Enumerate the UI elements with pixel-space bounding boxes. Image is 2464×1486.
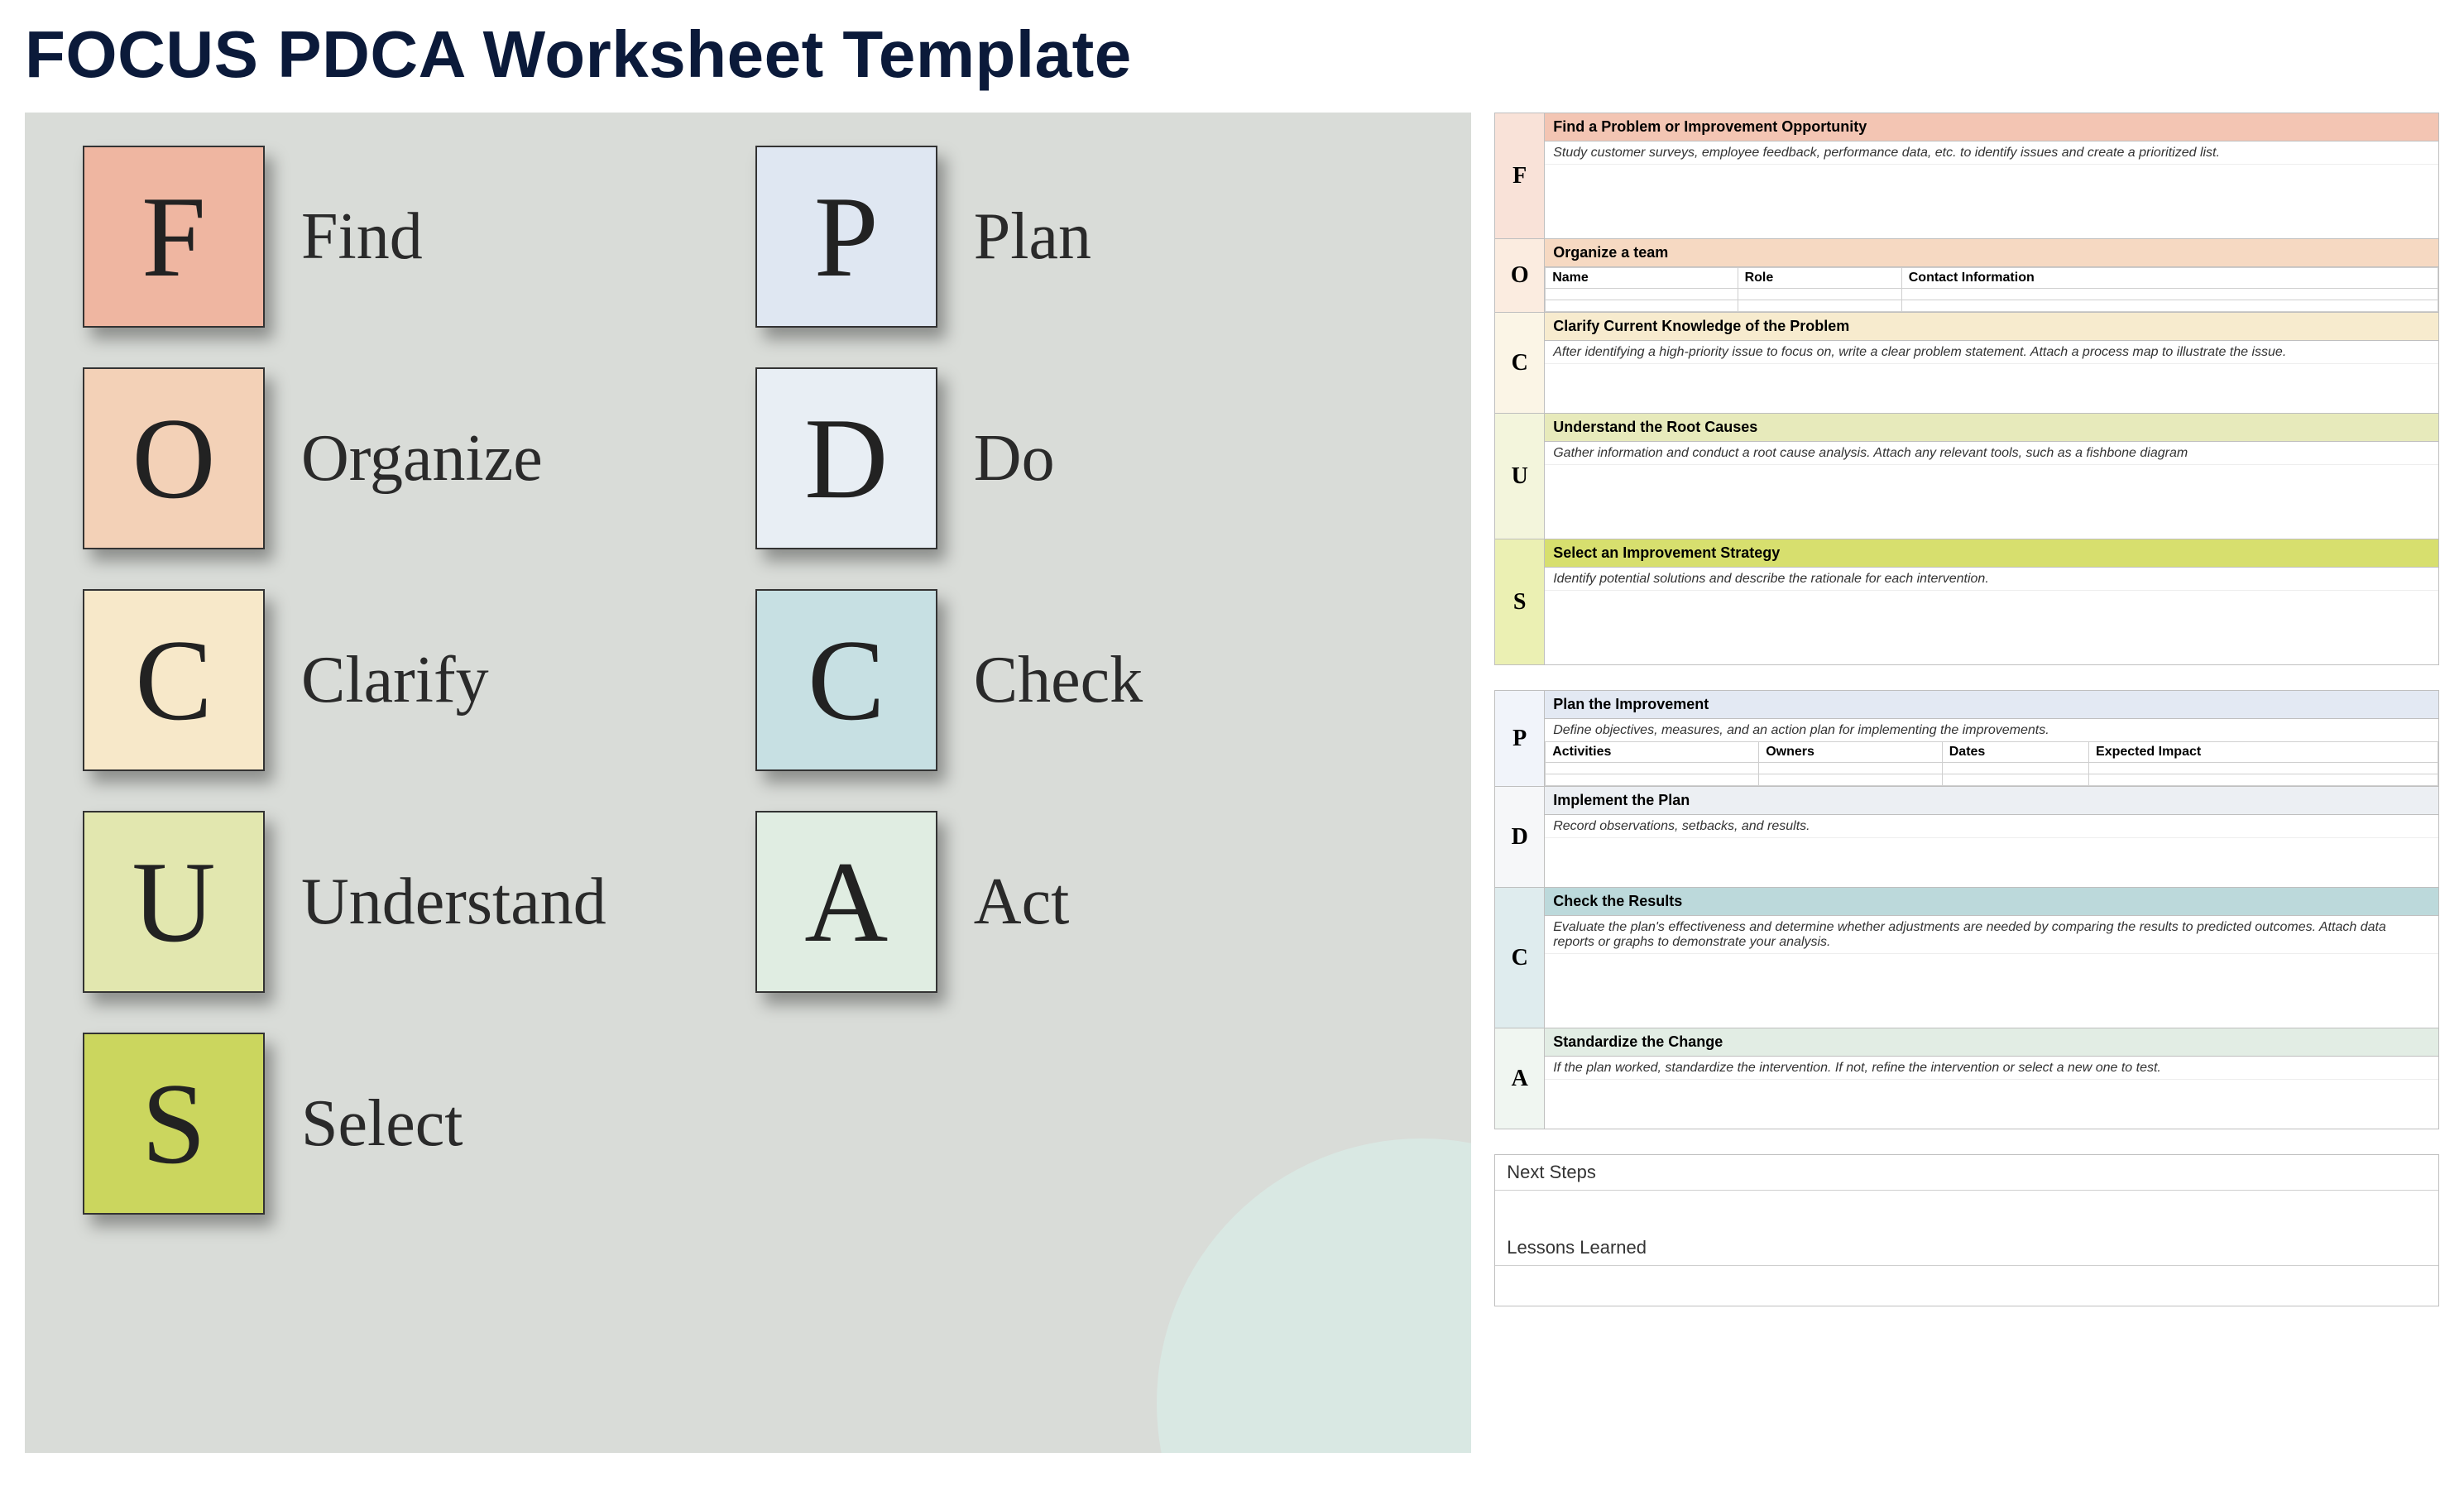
tile-s: S [83, 1033, 265, 1215]
word-organize: Organize [301, 421, 543, 496]
section-letter-o: O [1495, 239, 1545, 312]
section-a: A Standardize the Change If the plan wor… [1495, 1028, 2438, 1129]
section-heading-f: Find a Problem or Improvement Opportunit… [1545, 113, 2438, 141]
tile-u: U [83, 811, 265, 993]
organize-team-table[interactable]: Name Role Contact Information [1545, 267, 2438, 312]
col-owners: Owners [1759, 742, 1943, 763]
main-container: F Find O Organize C Clarify U Understand… [25, 113, 2439, 1453]
next-steps-input[interactable] [1495, 1191, 2438, 1230]
section-o: O Organize a team Name Role Contact Info… [1495, 238, 2438, 312]
section-heading-s: Select an Improvement Strategy [1545, 539, 2438, 568]
focus-column: F Find O Organize C Clarify U Understand… [83, 146, 606, 1215]
section-desc-a: If the plan worked, standardize the inte… [1545, 1057, 2438, 1079]
diagram-row-u: U Understand [83, 811, 606, 993]
section-heading-p: Plan the Improvement [1545, 691, 2438, 719]
section-d: D Implement the Plan Record observations… [1495, 786, 2438, 887]
section-input-c2[interactable] [1545, 953, 2438, 1028]
section-letter-c2: C [1495, 888, 1545, 1028]
section-s: S Select an Improvement Strategy Identif… [1495, 539, 2438, 664]
col-role: Role [1738, 268, 1901, 289]
diagram-row-s: S Select [83, 1033, 606, 1215]
tile-a: A [755, 811, 937, 993]
section-input-d[interactable] [1545, 837, 2438, 887]
section-letter-u: U [1495, 414, 1545, 539]
word-check: Check [974, 643, 1143, 718]
section-input-u[interactable] [1545, 464, 2438, 539]
section-letter-c: C [1495, 313, 1545, 413]
diagram-row-c: C Clarify [83, 589, 606, 771]
word-clarify: Clarify [301, 643, 489, 718]
next-steps-label: Next Steps [1495, 1155, 2438, 1191]
section-heading-c: Clarify Current Knowledge of the Problem [1545, 313, 2438, 341]
col-name: Name [1546, 268, 1738, 289]
section-heading-u: Understand the Root Causes [1545, 414, 2438, 442]
tile-p: P [755, 146, 937, 328]
word-act: Act [974, 865, 1070, 940]
word-understand: Understand [301, 865, 606, 940]
section-input-a[interactable] [1545, 1079, 2438, 1129]
section-desc-d: Record observations, setbacks, and resul… [1545, 815, 2438, 837]
word-plan: Plan [974, 199, 1091, 275]
diagram-row-p: P Plan [755, 146, 1143, 328]
section-input-f[interactable] [1545, 164, 2438, 238]
section-c2: C Check the Results Evaluate the plan's … [1495, 887, 2438, 1028]
section-heading-d: Implement the Plan [1545, 787, 2438, 815]
page-title: FOCUS PDCA Worksheet Template [25, 17, 2439, 93]
diagram-row-d: D Do [755, 367, 1143, 549]
section-heading-c2: Check the Results [1545, 888, 2438, 916]
section-p: P Plan the Improvement Define objectives… [1495, 691, 2438, 786]
section-input-c[interactable] [1545, 363, 2438, 413]
section-desc-c: After identifying a high-priority issue … [1545, 341, 2438, 363]
diagram-row-c2: C Check [755, 589, 1143, 771]
lessons-learned-input[interactable] [1495, 1266, 2438, 1306]
section-desc-p: Define objectives, measures, and an acti… [1545, 719, 2438, 741]
section-letter-s: S [1495, 539, 1545, 664]
lessons-learned-label: Lessons Learned [1495, 1230, 2438, 1266]
col-dates: Dates [1942, 742, 2088, 763]
section-desc-u: Gather information and conduct a root ca… [1545, 442, 2438, 464]
tile-d: D [755, 367, 937, 549]
tile-c: C [83, 589, 265, 771]
pdca-column: P Plan D Do C Check A Act [755, 146, 1143, 1215]
focus-pdca-diagram: F Find O Organize C Clarify U Understand… [25, 113, 1471, 1453]
footer-worksheet: Next Steps Lessons Learned [1494, 1154, 2439, 1306]
diagram-row-a: A Act [755, 811, 1143, 993]
diagram-row-o: O Organize [83, 367, 606, 549]
plan-table[interactable]: Activities Owners Dates Expected Impact [1545, 741, 2438, 786]
tile-c2: C [755, 589, 937, 771]
diagram-row-f: F Find [83, 146, 606, 328]
col-impact: Expected Impact [2089, 742, 2438, 763]
pdca-worksheet: P Plan the Improvement Define objectives… [1494, 690, 2439, 1129]
word-do: Do [974, 421, 1055, 496]
section-desc-c2: Evaluate the plan's effectiveness and de… [1545, 916, 2438, 953]
tile-f: F [83, 146, 265, 328]
section-letter-p: P [1495, 691, 1545, 786]
section-heading-o: Organize a team [1545, 239, 2438, 267]
focus-worksheet: F Find a Problem or Improvement Opportun… [1494, 113, 2439, 665]
word-select: Select [301, 1086, 463, 1162]
section-desc-s: Identify potential solutions and describ… [1545, 568, 2438, 590]
section-f: F Find a Problem or Improvement Opportun… [1495, 113, 2438, 238]
section-letter-a: A [1495, 1028, 1545, 1129]
worksheet-panels: F Find a Problem or Improvement Opportun… [1494, 113, 2439, 1306]
section-letter-f: F [1495, 113, 1545, 238]
section-letter-d: D [1495, 787, 1545, 887]
word-find: Find [301, 199, 423, 275]
section-heading-a: Standardize the Change [1545, 1028, 2438, 1057]
section-input-s[interactable] [1545, 590, 2438, 664]
section-c: C Clarify Current Knowledge of the Probl… [1495, 312, 2438, 413]
col-contact: Contact Information [1901, 268, 2438, 289]
col-activities: Activities [1546, 742, 1759, 763]
section-u: U Understand the Root Causes Gather info… [1495, 413, 2438, 539]
section-desc-f: Study customer surveys, employee feedbac… [1545, 141, 2438, 164]
tile-o: O [83, 367, 265, 549]
